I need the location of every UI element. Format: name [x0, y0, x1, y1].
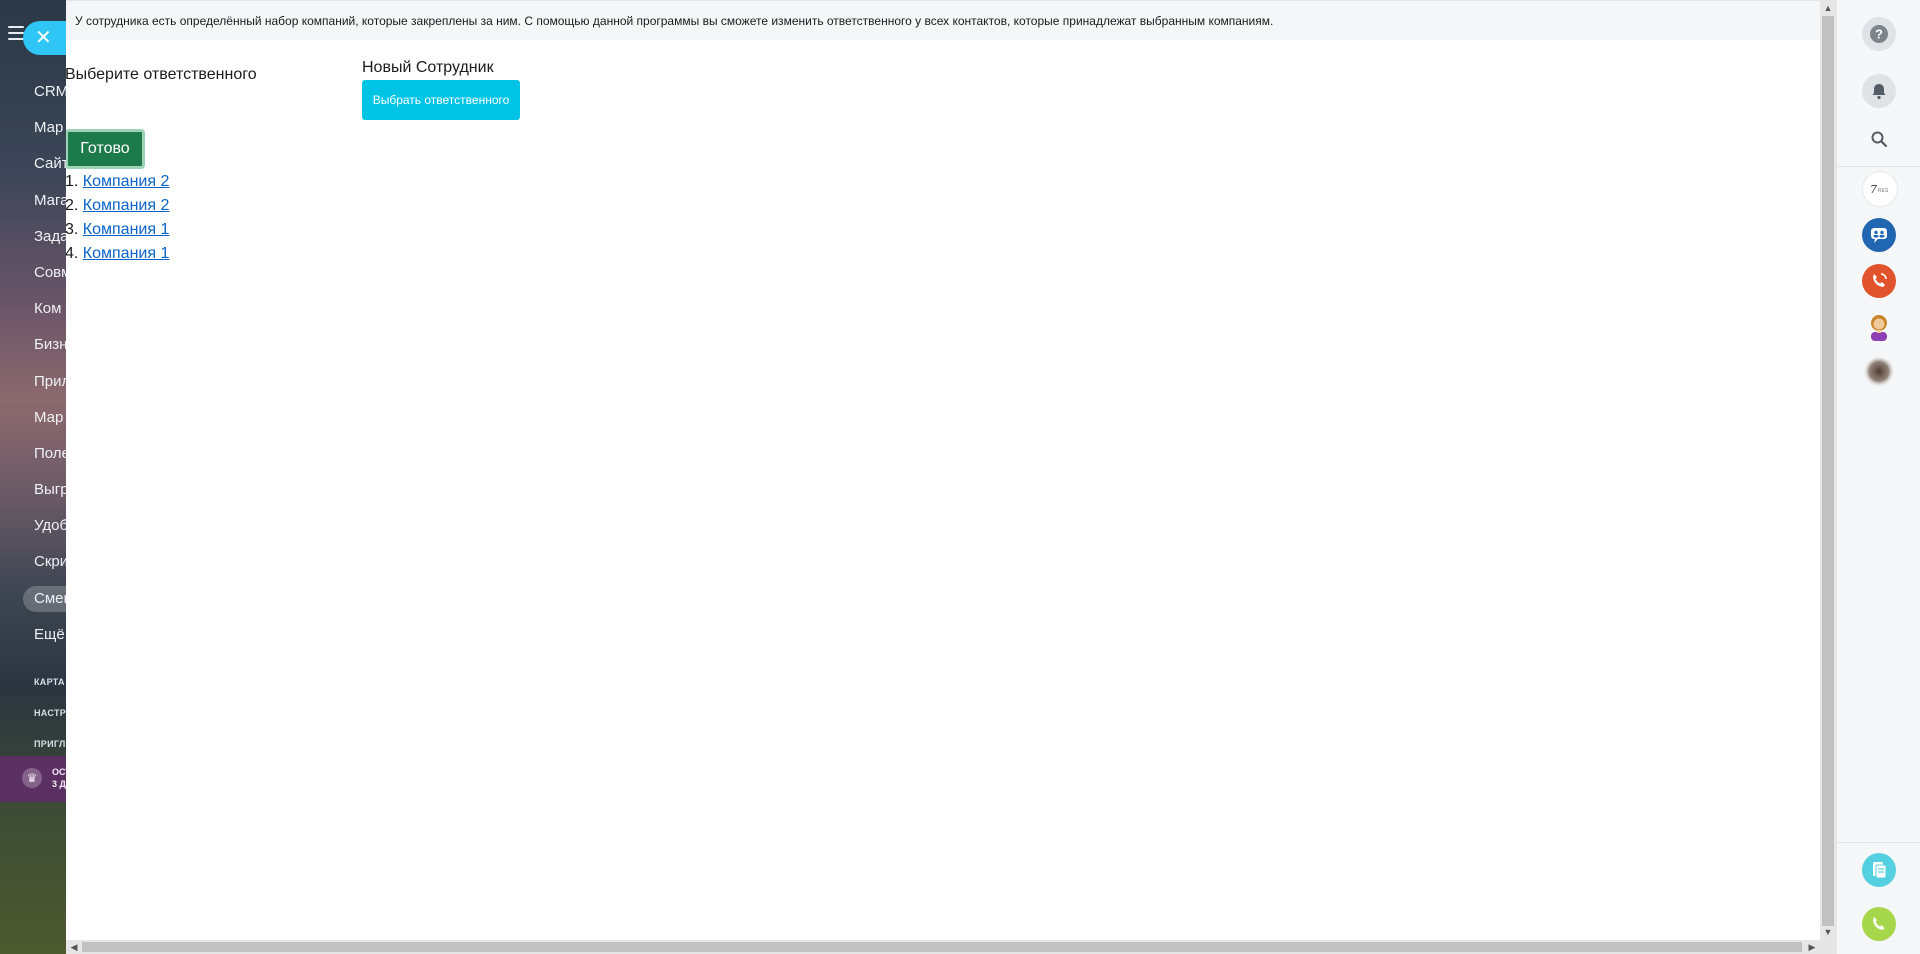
company-link[interactable]: Компания 1	[83, 245, 170, 262]
sidebar-item[interactable]: Бизн	[34, 327, 66, 363]
scroll-up-icon[interactable]: ▲	[1820, 0, 1836, 16]
done-button[interactable]: Готово	[66, 129, 145, 169]
slider-panel: У сотрудника есть определённый набор ком…	[66, 0, 1836, 954]
scroll-right-icon[interactable]: ▶	[1804, 940, 1820, 954]
app-frame: У сотрудника есть определённый набор ком…	[66, 0, 1820, 940]
choose-responsible-button[interactable]: Выбрать ответственного	[362, 80, 520, 120]
scrollbar-corner	[1820, 940, 1836, 954]
company-number: 1.	[66, 173, 79, 190]
company-list-item: 2. Компания 2	[66, 194, 169, 218]
sidebar-item[interactable]: Ком	[34, 291, 66, 327]
sidebar-item[interactable]: Удоб	[34, 508, 66, 544]
sidebar-section-link[interactable]: КАРТА	[34, 667, 66, 698]
app-logo-icon: 7 RES	[1870, 183, 1889, 196]
sidebar-item[interactable]: Мар	[34, 400, 66, 436]
sidebar-item[interactable]: Поле	[34, 436, 66, 472]
search-icon	[1871, 131, 1888, 148]
user-avatar-icon	[1871, 315, 1887, 341]
sidebar-item[interactable]: Смен	[23, 585, 66, 612]
sidebar-item[interactable]: Ещё	[34, 617, 66, 653]
svg-text:?: ?	[1875, 27, 1883, 42]
user-avatar-blurred[interactable]	[1862, 356, 1896, 390]
group-chat-button[interactable]	[1862, 218, 1896, 252]
company-list-item: 3. Компания 1	[66, 218, 169, 242]
company-number: 4.	[66, 245, 79, 262]
blurred-avatar-icon	[1863, 357, 1895, 389]
help-icon: ?	[1870, 25, 1888, 43]
scroll-left-icon[interactable]: ◀	[66, 940, 82, 954]
left-nav: CRMМарСайтМагаЗадаСовмКомБизнПрилМарПоле…	[23, 74, 66, 760]
sidebar-item[interactable]: Зада	[34, 219, 66, 255]
horizontal-scroll-thumb[interactable]	[82, 942, 1802, 952]
app-avatar[interactable]: 7 RES	[1862, 171, 1898, 207]
company-list-item: 4. Компания 1	[66, 242, 169, 266]
sidebar-item[interactable]: Мага	[34, 183, 66, 219]
documents-icon	[1873, 862, 1887, 879]
company-list: 1. Компания 2 2. Компания 2 3. Компания 14…	[66, 170, 169, 266]
right-rail: ? 7 RES	[1836, 0, 1920, 954]
selected-employee-name: Новый Сотрудник	[362, 59, 494, 76]
sidebar-item[interactable]: Скри	[34, 544, 66, 580]
close-slider-button[interactable]: ✕	[23, 21, 67, 55]
svg-text:RES: RES	[1878, 188, 1889, 194]
phone-call-button[interactable]	[1862, 907, 1896, 941]
promo-text: ОСТ 3 Д	[52, 767, 66, 789]
menu-burger-icon[interactable]	[8, 26, 24, 40]
sidebar-item[interactable]: Выгр	[34, 472, 66, 508]
choose-responsible-label: Выберите ответственного	[66, 66, 257, 83]
sidebar-item[interactable]: CRM	[34, 74, 66, 110]
phone-call-icon	[1873, 917, 1885, 930]
user-avatar[interactable]	[1862, 310, 1896, 344]
portal-background: CRMМарСайтМагаЗадаСовмКомБизнПрилМарПоле…	[0, 0, 66, 954]
svg-text:7: 7	[1870, 183, 1877, 196]
search-button[interactable]	[1862, 122, 1896, 156]
vertical-scrollbar[interactable]: ▲ ▼	[1820, 0, 1836, 940]
sidebar-item[interactable]: Сайт	[34, 146, 66, 182]
company-list-item: 1. Компания 2	[66, 170, 169, 194]
notifications-button[interactable]	[1862, 74, 1896, 108]
close-icon: ✕	[35, 27, 52, 49]
promo-banner[interactable]: ♛ ОСТ 3 Д	[0, 756, 66, 802]
notifications-icon	[1872, 84, 1886, 100]
sidebar-section-link[interactable]: НАСТР	[34, 698, 66, 729]
company-link[interactable]: Компания 1	[83, 221, 170, 238]
sidebar-item[interactable]: Мар	[34, 110, 66, 146]
crown-icon: ♛	[22, 768, 42, 788]
company-number: 2.	[66, 197, 79, 214]
sidebar-item[interactable]: Прил	[34, 364, 66, 400]
telephony-icon	[1873, 273, 1887, 287]
sidebar-item[interactable]: Совм	[34, 255, 66, 291]
rail-divider	[1837, 842, 1920, 843]
company-number: 3.	[66, 221, 79, 238]
company-link[interactable]: Компания 2	[83, 197, 170, 214]
info-bar: У сотрудника есть определённый набор ком…	[66, 0, 1820, 40]
group-chat-icon	[1871, 228, 1887, 243]
company-link[interactable]: Компания 2	[83, 173, 170, 190]
telephony-button[interactable]	[1862, 264, 1896, 298]
documents-button[interactable]	[1862, 853, 1896, 887]
rail-divider	[1837, 166, 1920, 167]
scroll-down-icon[interactable]: ▼	[1820, 924, 1836, 940]
horizontal-scrollbar[interactable]: ◀ ▶	[66, 940, 1820, 954]
help-button[interactable]: ?	[1862, 17, 1896, 51]
vertical-scroll-thumb[interactable]	[1822, 16, 1834, 926]
